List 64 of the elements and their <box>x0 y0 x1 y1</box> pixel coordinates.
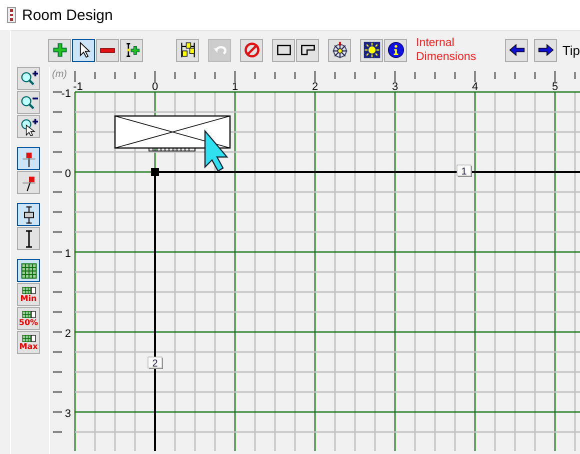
wall-marker[interactable]: 2 <box>148 356 163 370</box>
select-button[interactable] <box>72 38 95 62</box>
height-icon <box>24 230 32 248</box>
ruler-label: 5 <box>552 81 558 93</box>
height-button[interactable] <box>17 227 40 250</box>
numbered-blocks-icon <box>178 41 196 59</box>
origin-marker[interactable] <box>151 168 159 176</box>
sun-icon <box>362 41 380 59</box>
wall-marker[interactable]: 1 <box>456 164 472 178</box>
ruler-label: 1 <box>232 81 238 93</box>
left-arrow-icon <box>508 41 526 59</box>
ruler-label: 0 <box>152 81 158 93</box>
minus-icon <box>100 48 115 52</box>
l-shape-button[interactable] <box>296 38 319 62</box>
grid-icon <box>20 286 36 295</box>
ruler-label: 2 <box>312 81 318 93</box>
ruler-label: 3 <box>64 408 71 420</box>
dimensions-label: Internal Dimensions <box>416 36 478 64</box>
cancel-button[interactable] <box>240 38 263 62</box>
angled-pin-icon <box>20 174 38 192</box>
cancel-icon <box>242 41 260 59</box>
grid-size-button[interactable]: Min <box>17 283 40 306</box>
zoom-out-icon <box>20 94 38 112</box>
compass-icon <box>330 41 348 59</box>
pin-icon <box>20 150 38 168</box>
ruler-label: 3 <box>392 81 398 93</box>
cursor-icon <box>204 129 228 172</box>
ruler-label: 2 <box>64 328 71 340</box>
zoom-select-button[interactable] <box>17 115 40 138</box>
zoom-in-button[interactable] <box>17 67 40 90</box>
ruler-label: 0 <box>64 168 71 180</box>
right-arrow-icon <box>536 41 555 59</box>
next-button[interactable] <box>534 38 558 62</box>
zoom-out-button[interactable] <box>17 91 40 114</box>
tip-label: Tip <box>562 42 580 58</box>
info-button[interactable] <box>384 38 407 62</box>
window-title: Room Design <box>22 6 113 24</box>
unit-label: (m) <box>52 69 67 80</box>
pin-button[interactable] <box>17 147 40 170</box>
zoom-pointer-icon <box>20 118 38 136</box>
previous-button[interactable] <box>505 38 528 62</box>
grid-icon <box>20 310 36 319</box>
grid-size-button[interactable]: 50% <box>17 307 40 330</box>
ruler-label: -1 <box>73 81 83 93</box>
insert-point-button[interactable] <box>120 38 143 62</box>
add-point-button[interactable] <box>48 38 71 62</box>
numbering-button[interactable] <box>176 38 199 62</box>
info-icon <box>386 41 404 59</box>
ruler-label: -1 <box>61 88 71 100</box>
angled-pin-button[interactable] <box>17 171 40 194</box>
zoom-in-icon <box>20 70 38 88</box>
remove-point-button[interactable] <box>96 38 119 62</box>
ruler-label: 4 <box>472 81 478 93</box>
grid-size-button[interactable]: Max <box>17 331 40 354</box>
ruler-label: 1 <box>64 248 71 260</box>
app-icon <box>7 7 16 23</box>
rectangle-button[interactable] <box>272 38 295 62</box>
compass-button[interactable] <box>328 38 351 62</box>
lighting-button[interactable] <box>360 38 383 62</box>
mount-button[interactable] <box>17 203 40 226</box>
grid-icon <box>20 262 38 280</box>
plus-icon <box>50 41 68 59</box>
grid-icon <box>20 334 36 343</box>
grid-button[interactable] <box>17 259 40 282</box>
